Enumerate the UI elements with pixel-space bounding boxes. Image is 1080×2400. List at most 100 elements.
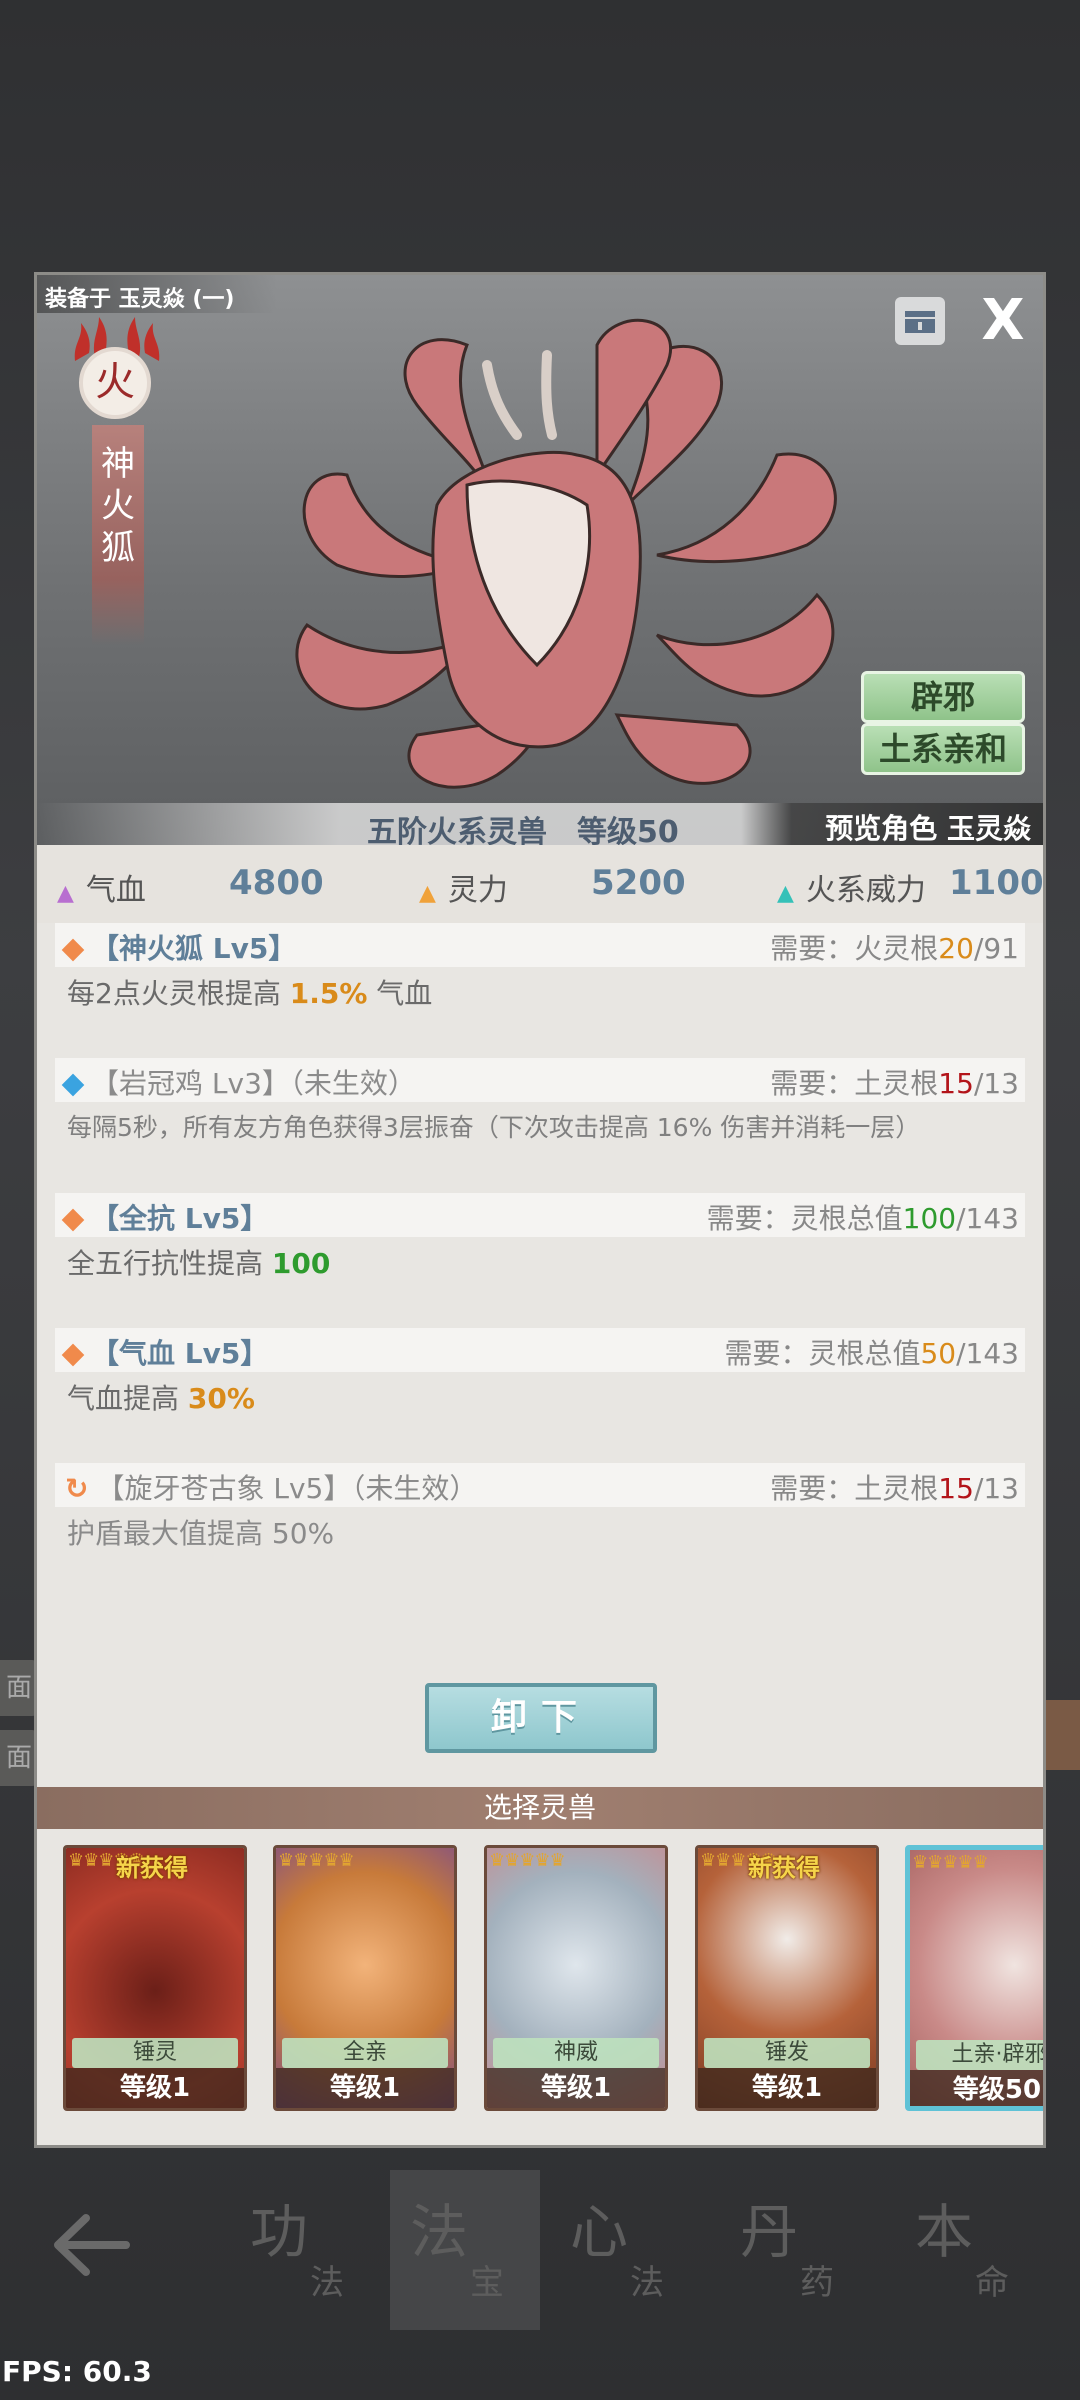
nav-tab-char: 心 <box>570 2198 629 2266</box>
equipped-on-label: 装备于 玉灵焱 (一) <box>45 287 235 312</box>
diamond-icon <box>61 1073 85 1097</box>
stat-hp: ▲ 气血 4800 <box>57 863 324 909</box>
beast-card-tag: 锤发 <box>704 2038 870 2068</box>
back-arrow-icon[interactable] <box>50 2210 130 2280</box>
skill-name: 【全抗 Lv5】 <box>61 1197 268 1237</box>
nav-tab-benming[interactable]: 本 命 <box>895 2170 1045 2330</box>
nav-tab-fabao[interactable]: 法 宝 <box>390 2170 540 2330</box>
skill-description: 每隔5秒，所有友方角色获得3层振奋（下次攻击提高 16% 伤害并消耗一层） <box>67 1113 921 1142</box>
beast-rank: 五阶火系灵兽 <box>367 815 547 845</box>
preview-role-label: 预览角色 玉灵焱 <box>825 812 1031 845</box>
beast-rank-level: 五阶火系灵兽 等级50 <box>367 807 679 845</box>
triangle-icon: ▲ <box>777 881 794 906</box>
nav-tab-char: 本 <box>915 2198 974 2266</box>
beast-card-list[interactable]: ♛♛♛♛♛ 新获得 锤灵 等级1 ♛♛♛♛♛ 全亲 等级1 ♛♛♛♛♛ 神威 等… <box>37 1829 1043 2145</box>
skill-name: 【气血 Lv5】 <box>61 1332 268 1372</box>
side-tab[interactable]: 面 <box>0 1660 38 1716</box>
nav-tab-subchar: 法 <box>310 2263 344 2303</box>
beast-name: 神 火 狐 <box>92 443 144 569</box>
beast-card-level: 等级50 <box>910 2070 1043 2106</box>
stat-label: 灵力 <box>447 873 508 908</box>
star-rating-icon: ♛♛♛♛♛ <box>489 1850 566 1871</box>
new-badge: 新获得 <box>116 1854 188 1882</box>
beast-card-tag: 土亲·辟邪 <box>916 2040 1043 2070</box>
skill-requirement: 需要：火灵根20/91 <box>770 932 1019 965</box>
spirit-beast-modal: 装备于 玉灵焱 (一) X 火 神 火 狐 辟邪 土系亲和 五阶火系灵兽 等级5… <box>34 272 1046 2148</box>
skill-requirement: 需要：土灵根15/13 <box>770 1472 1019 1505</box>
beast-card-level: 等级1 <box>276 2068 454 2108</box>
skill-requirement: 需要：土灵根15/13 <box>770 1067 1019 1100</box>
skill-header: ↻ 【旋牙苍古象 Lv5】（未生效） 需要：土灵根15/13 <box>55 1463 1025 1507</box>
unequip-button[interactable]: 卸下 <box>425 1683 657 1753</box>
star-rating-icon: ♛♛♛♛♛ <box>912 1852 989 1873</box>
skill-description: 气血提高 30% <box>67 1382 255 1415</box>
nav-tab-subchar: 法 <box>630 2263 664 2303</box>
skill-name: 【神火狐 Lv5】 <box>61 927 296 967</box>
beast-card-level: 等级1 <box>487 2068 665 2108</box>
skill-header: 【气血 Lv5】 需要：灵根总值50/143 <box>55 1328 1025 1372</box>
beast-card-tag: 锤灵 <box>72 2038 238 2068</box>
beast-name-char: 火 <box>101 486 135 526</box>
diamond-icon <box>61 1208 85 1232</box>
stat-value: 5200 <box>591 863 686 903</box>
beast-card-level: 等级1 <box>66 2068 244 2108</box>
beast-card[interactable]: ♛♛♛♛♛ 全亲 等级1 <box>273 1845 457 2111</box>
trait-earth-affinity-button[interactable]: 土系亲和 <box>861 723 1025 775</box>
nav-tab-subchar: 宝 <box>470 2263 504 2303</box>
skill-description: 护盾最大值提高 50% <box>67 1517 335 1550</box>
skill-requirement: 需要：灵根总值50/143 <box>724 1337 1019 1370</box>
stat-fire-power: ▲ 火系威力 1100 <box>777 863 1043 909</box>
stat-spirit: ▲ 灵力 5200 <box>419 863 686 909</box>
stat-value: 1100 <box>949 863 1044 903</box>
skill-description: 全五行抗性提高 100 <box>67 1247 331 1280</box>
skill-header: 【神火狐 Lv5】 需要：火灵根20/91 <box>55 923 1025 967</box>
beast-card[interactable]: ♛♛♛♛♛ 神威 等级1 <box>484 1845 668 2111</box>
beast-card-selected[interactable]: ♛♛♛♛♛ 土亲·辟邪 等级50 <box>905 1845 1043 2111</box>
collapse-button[interactable] <box>895 297 945 345</box>
skill-description: 每2点火灵根提高 1.5% 气血 <box>67 977 433 1010</box>
star-rating-icon: ♛♛♛♛♛ <box>278 1850 355 1871</box>
bottom-nav: 功 法 法 宝 心 法 丹 药 本 命 <box>0 2150 1080 2340</box>
stat-label: 气血 <box>85 873 146 908</box>
beast-level: 等级50 <box>577 815 679 845</box>
triangle-icon: ▲ <box>419 881 436 906</box>
beast-card-tag: 全亲 <box>282 2038 448 2068</box>
nav-tab-char: 功 <box>250 2198 309 2266</box>
collapse-icon <box>905 311 935 333</box>
triangle-icon: ▲ <box>57 881 74 906</box>
select-beast-header: 选择灵兽 <box>37 1787 1043 1829</box>
nav-tab-xinfa[interactable]: 心 法 <box>550 2170 700 2330</box>
stat-label: 火系威力 <box>805 873 926 908</box>
nav-tab-subchar: 命 <box>975 2263 1009 2303</box>
element-badge: 火 <box>79 347 151 419</box>
trait-bixie-button[interactable]: 辟邪 <box>861 671 1025 723</box>
new-badge: 新获得 <box>748 1854 820 1882</box>
nav-tab-danyao[interactable]: 丹 药 <box>720 2170 870 2330</box>
beast-illustration <box>295 318 837 789</box>
refresh-icon: ↻ <box>65 1472 89 1505</box>
close-button[interactable]: X <box>977 293 1029 349</box>
nav-tab-char: 丹 <box>740 2198 799 2266</box>
diamond-icon <box>61 938 85 962</box>
skills-list: 【神火狐 Lv5】 需要：火灵根20/91 每2点火灵根提高 1.5% 气血 【… <box>37 923 1043 1913</box>
fps-counter: FPS: 60.3 <box>2 2355 152 2388</box>
close-icon: X <box>981 288 1025 353</box>
nav-tab-subchar: 药 <box>800 2263 834 2303</box>
beast-name-char: 神 <box>101 444 135 484</box>
beast-name-char: 狐 <box>101 528 135 568</box>
stats-row: ▲ 气血 4800 ▲ 灵力 5200 ▲ 火系威力 1100 <box>37 845 1043 923</box>
beast-card[interactable]: ♛♛♛♛♛ 新获得 锤灵 等级1 <box>63 1845 247 2111</box>
side-tab[interactable]: 面 <box>0 1730 38 1786</box>
background-right-tab <box>1043 1700 1080 1770</box>
skill-requirement: 需要：灵根总值100/143 <box>706 1202 1019 1235</box>
beast-card-level: 等级1 <box>698 2068 876 2108</box>
nav-tab-gongfa[interactable]: 功 法 <box>230 2170 380 2330</box>
nav-tab-char: 法 <box>410 2198 469 2266</box>
beast-card[interactable]: ♛♛♛♛♛ 新获得 锤发 等级1 <box>695 1845 879 2111</box>
skill-header: 【岩冠鸡 Lv3】（未生效） 需要：土灵根15/13 <box>55 1058 1025 1102</box>
diamond-icon <box>61 1343 85 1367</box>
beast-card-tag: 神威 <box>493 2038 659 2068</box>
skill-header: 【全抗 Lv5】 需要：灵根总值100/143 <box>55 1193 1025 1237</box>
stat-value: 4800 <box>229 863 324 903</box>
skill-name: ↻ 【旋牙苍古象 Lv5】（未生效） <box>65 1472 478 1505</box>
